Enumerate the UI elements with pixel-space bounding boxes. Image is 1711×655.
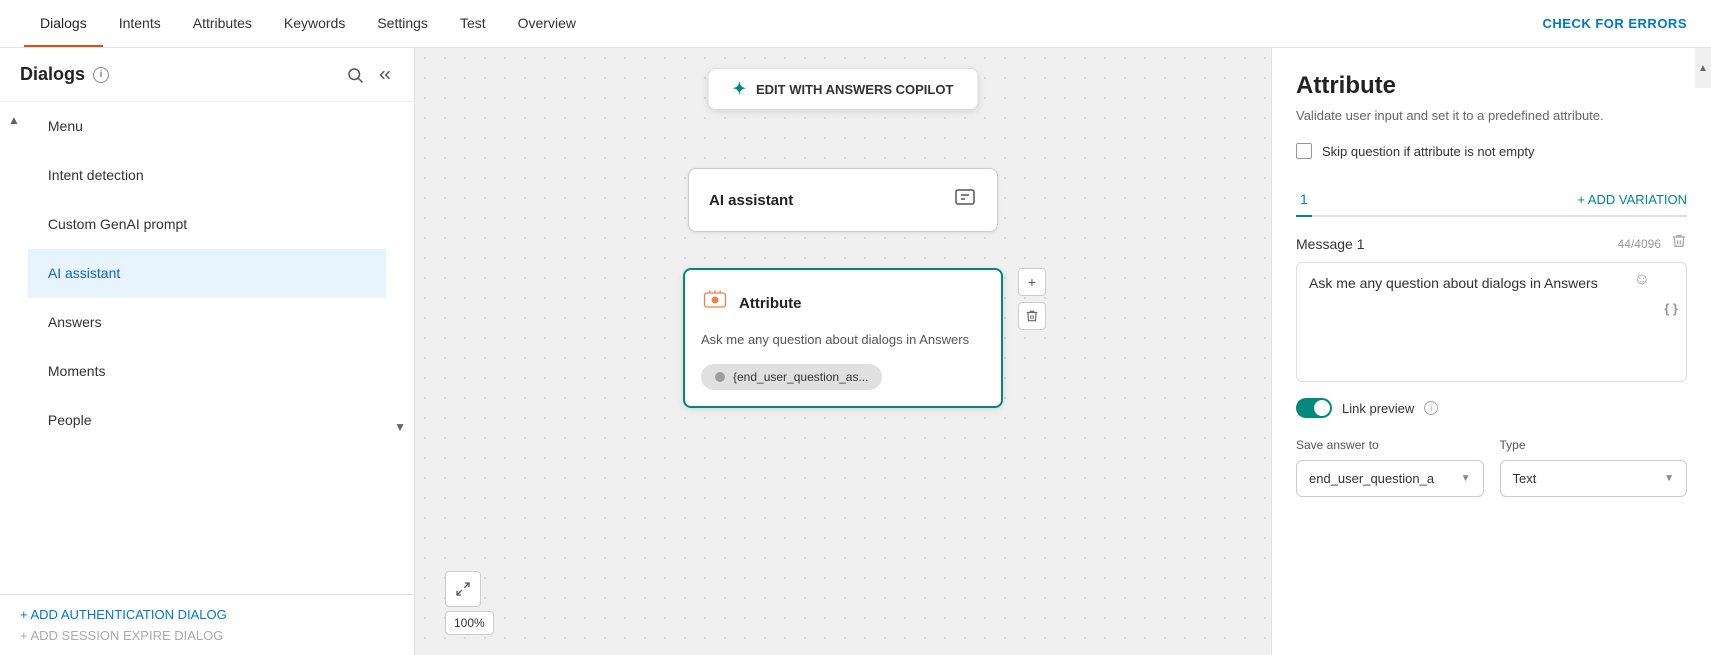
sidebar-item-custom-genai[interactable]: Custom GenAI prompt: [28, 200, 386, 249]
node-ai-assistant[interactable]: AI assistant: [688, 168, 998, 232]
panel-title: Attribute: [1296, 72, 1687, 100]
node-attribute-text: Ask me any question about dialogs in Ans…: [701, 330, 985, 350]
sidebar-items: Menu Intent detection Custom GenAI promp…: [28, 102, 386, 445]
type-dropdown[interactable]: Text ▼: [1500, 460, 1688, 497]
sidebar-list: ▲ Menu Intent detection Custom GenAI pro…: [0, 102, 414, 594]
node-attribute-title: Attribute: [739, 295, 802, 312]
sidebar: Dialogs i ▲ Menu Intent detection: [0, 48, 415, 655]
message-text: Ask me any question about dialogs in Ans…: [1309, 273, 1674, 294]
right-panel: ▲ Attribute Validate user input and set …: [1271, 48, 1711, 655]
sidebar-actions: [346, 66, 394, 84]
tab-overview[interactable]: Overview: [502, 0, 592, 47]
node-attribute[interactable]: Attribute Ask me any question about dial…: [683, 268, 1003, 408]
link-preview-label: Link preview: [1342, 401, 1414, 416]
add-auth-dialog-link[interactable]: + ADD AUTHENTICATION DIALOG: [20, 607, 394, 622]
canvas-toolbar: 100%: [445, 571, 494, 635]
pill-text: {end_user_question_as...: [733, 370, 868, 384]
copilot-icon: ✦: [733, 79, 746, 99]
save-answer-value: end_user_question_a: [1309, 471, 1434, 486]
message-delete-button[interactable]: [1671, 233, 1687, 254]
node-ai-assistant-title: AI assistant: [709, 192, 793, 209]
panel-subtitle: Validate user input and set it to a pred…: [1296, 108, 1687, 123]
link-preview-row: Link preview i: [1296, 398, 1687, 418]
sidebar-title-group: Dialogs i: [20, 64, 109, 85]
info-icon[interactable]: i: [93, 67, 109, 83]
copilot-label: EDIT WITH ANSWERS COPILOT: [756, 82, 953, 97]
nav-tabs: Dialogs Intents Attributes Keywords Sett…: [24, 0, 592, 47]
node-attribute-pill: {end_user_question_as...: [701, 364, 882, 390]
zoom-label: 100%: [445, 611, 494, 635]
canvas-area[interactable]: ✦ EDIT WITH ANSWERS COPILOT AI assistant: [415, 48, 1271, 655]
sidebar-item-moments[interactable]: Moments: [28, 347, 386, 396]
save-type-row: Save answer to end_user_question_a ▼ Typ…: [1296, 438, 1687, 497]
fit-screen-button[interactable]: [445, 571, 481, 607]
add-session-dialog-link[interactable]: + ADD SESSION EXPIRE DIALOG: [20, 628, 394, 643]
add-variation-button[interactable]: + ADD VARIATION: [1577, 192, 1687, 207]
copilot-bar[interactable]: ✦ EDIT WITH ANSWERS COPILOT: [708, 68, 979, 110]
tab-keywords[interactable]: Keywords: [268, 0, 361, 47]
tab-test[interactable]: Test: [444, 0, 502, 47]
skip-question-label: Skip question if attribute is not empty: [1322, 144, 1534, 159]
pill-dot: [715, 372, 725, 382]
scroll-down-arrow[interactable]: ▼: [390, 417, 410, 437]
top-nav: Dialogs Intents Attributes Keywords Sett…: [0, 0, 1711, 48]
message-header: Message 1 44/4096: [1296, 233, 1687, 254]
sidebar-item-menu[interactable]: Menu: [28, 102, 386, 151]
panel-scroll-top[interactable]: ▲: [1695, 48, 1711, 88]
save-answer-group: Save answer to end_user_question_a ▼: [1296, 438, 1484, 497]
sidebar-footer: + ADD AUTHENTICATION DIALOG + ADD SESSIO…: [0, 594, 414, 655]
message-label: Message 1: [1296, 236, 1364, 252]
sidebar-item-ai-assistant[interactable]: AI assistant: [28, 249, 386, 298]
type-label: Type: [1500, 438, 1688, 452]
main-area: Dialogs i ▲ Menu Intent detection: [0, 48, 1711, 655]
check-errors-button[interactable]: CHECK FOR ERRORS: [1542, 16, 1687, 31]
toggle-knob: [1314, 400, 1330, 416]
node-controls: +: [1018, 268, 1048, 330]
link-preview-toggle[interactable]: [1296, 398, 1332, 418]
node-attribute-header: Attribute: [701, 286, 985, 320]
collapse-button[interactable]: [376, 66, 394, 84]
sidebar-item-people[interactable]: People: [28, 396, 386, 445]
skip-question-row: Skip question if attribute is not empty: [1296, 143, 1687, 159]
type-value: Text: [1513, 471, 1537, 486]
type-arrow-icon: ▼: [1664, 473, 1674, 484]
attribute-node-icon: [701, 286, 729, 320]
sidebar-header: Dialogs i: [0, 48, 414, 102]
message-count: 44/4096: [1618, 237, 1661, 251]
tab-dialogs[interactable]: Dialogs: [24, 0, 103, 47]
save-answer-arrow-icon: ▼: [1461, 473, 1471, 484]
link-preview-info-icon[interactable]: i: [1424, 401, 1438, 415]
sidebar-title-label: Dialogs: [20, 64, 85, 85]
scroll-up-arrow[interactable]: ▲: [4, 110, 24, 130]
search-button[interactable]: [346, 66, 364, 84]
tab-settings[interactable]: Settings: [361, 0, 444, 47]
save-answer-label: Save answer to: [1296, 438, 1484, 452]
sidebar-item-intent-detection[interactable]: Intent detection: [28, 151, 386, 200]
message-textarea[interactable]: Ask me any question about dialogs in Ans…: [1296, 262, 1687, 382]
save-answer-dropdown[interactable]: end_user_question_a ▼: [1296, 460, 1484, 497]
variation-tab-1[interactable]: 1: [1296, 183, 1312, 217]
json-button[interactable]: { }: [1664, 301, 1678, 316]
node-delete-button[interactable]: [1018, 302, 1046, 330]
node-ai-assistant-icon: [953, 185, 977, 215]
variation-tabs: 1 + ADD VARIATION: [1296, 183, 1687, 217]
type-group: Type Text ▼: [1500, 438, 1688, 497]
emoji-button[interactable]: ☺: [1634, 271, 1650, 289]
node-add-button[interactable]: +: [1018, 268, 1046, 296]
tab-intents[interactable]: Intents: [103, 0, 177, 47]
skip-question-checkbox[interactable]: [1296, 143, 1312, 159]
tab-attributes[interactable]: Attributes: [177, 0, 268, 47]
sidebar-item-answers[interactable]: Answers: [28, 298, 386, 347]
